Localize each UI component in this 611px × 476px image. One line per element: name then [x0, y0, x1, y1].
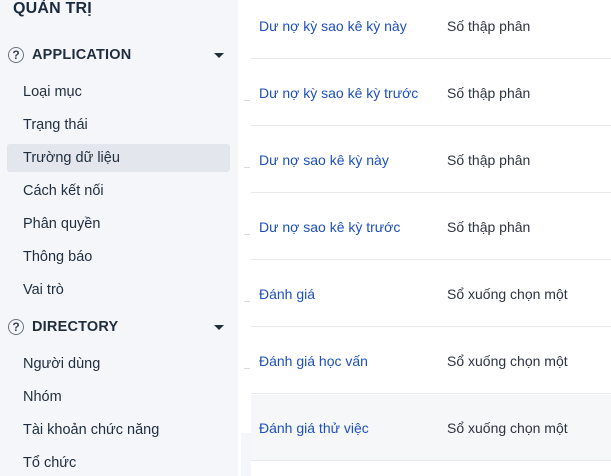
field-name-link[interactable]: Dư nợ kỳ sao kê kỳ này	[259, 18, 407, 34]
field-type: Sổ xuống chọn một	[447, 419, 568, 436]
sidebar-item-connections[interactable]: Cách kết nối	[7, 177, 230, 205]
sidebar-item-users[interactable]: Người dùng	[7, 350, 230, 378]
table-row[interactable]: Đánh giá Sổ xuống chọn một	[244, 261, 611, 327]
help-icon[interactable]: ?	[8, 319, 24, 335]
table-row[interactable]: Dư nợ sao kê kỳ này Số thập phân	[244, 127, 611, 193]
row-divider	[244, 167, 250, 168]
field-name-link[interactable]: Dư nợ sao kê kỳ trước	[259, 219, 400, 235]
sidebar-item-service-accounts[interactable]: Tài khoản chức năng	[7, 416, 230, 444]
field-name-link[interactable]: Dư nợ kỳ sao kê kỳ trước	[259, 85, 418, 101]
field-type: Số thập phân	[447, 17, 531, 34]
row-divider	[244, 100, 250, 101]
fields-list: Dư nợ kỳ sao kê kỳ này Số thập phân Dư n…	[238, 0, 611, 476]
table-row[interactable]: Dư nợ sao kê kỳ trước Số thập phân	[244, 194, 611, 260]
admin-sidebar: QUẢN TRỊ ? APPLICATION Loại mục Trạng th…	[0, 0, 238, 476]
table-row[interactable]: Đánh giá học vấn Sổ xuống chọn một	[244, 328, 611, 394]
field-name-link[interactable]: Đánh giá học vấn	[259, 353, 368, 369]
row-divider	[244, 234, 250, 235]
sidebar-item-groups[interactable]: Nhóm	[7, 383, 230, 411]
admin-title: QUẢN TRỊ	[13, 0, 92, 17]
sidebar-item-fields[interactable]: Trường dữ liệu	[7, 144, 230, 172]
sidebar-item-statuses[interactable]: Trạng thái	[7, 111, 230, 139]
table-row[interactable]: Dư nợ kỳ sao kê kỳ trước Số thập phân	[244, 60, 611, 126]
help-icon[interactable]: ?	[8, 47, 24, 63]
field-type: Số thập phân	[447, 218, 531, 235]
field-name-link[interactable]: Dư nợ sao kê kỳ này	[259, 152, 389, 168]
row-divider	[244, 368, 250, 369]
field-type: Số thập phân	[447, 151, 531, 168]
field-type: Sổ xuống chọn một	[447, 285, 568, 302]
sidebar-item-permissions[interactable]: Phân quyền	[7, 210, 230, 238]
row-divider	[244, 301, 250, 302]
sidebar-item-roles[interactable]: Vai trò	[7, 276, 230, 304]
table-row[interactable]: Dư nợ kỳ sao kê kỳ này Số thập phân	[251, 0, 611, 59]
table-row[interactable]: Đánh giá thử việc Sổ xuống chọn một	[251, 395, 611, 461]
field-type: Số thập phân	[447, 84, 531, 101]
section-directory[interactable]: ? DIRECTORY	[8, 313, 230, 341]
sidebar-item-organizations[interactable]: Tổ chức	[7, 449, 230, 476]
field-type: Sổ xuống chọn một	[447, 352, 568, 369]
field-name-link[interactable]: Đánh giá thử việc	[259, 420, 369, 436]
sidebar-item-notifications[interactable]: Thông báo	[7, 243, 230, 271]
section-application[interactable]: ? APPLICATION	[8, 41, 230, 69]
section-label-application: APPLICATION	[32, 47, 132, 63]
caret-down-icon[interactable]	[214, 53, 224, 58]
caret-down-icon[interactable]	[214, 325, 224, 330]
sidebar-item-item-types[interactable]: Loại mục	[7, 78, 230, 106]
field-name-link[interactable]: Đánh giá	[259, 286, 315, 302]
section-label-directory: DIRECTORY	[32, 319, 119, 335]
row-gutter	[241, 433, 251, 476]
